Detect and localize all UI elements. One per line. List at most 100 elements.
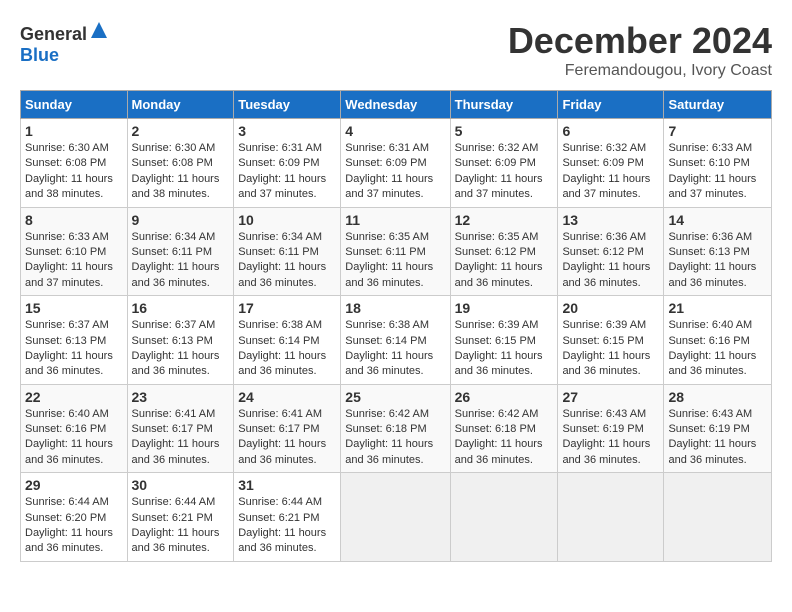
- day-info: Sunrise: 6:37 AMSunset: 6:13 PMDaylight:…: [132, 319, 220, 377]
- logo-general: General: [20, 24, 87, 44]
- day-info: Sunrise: 6:30 AMSunset: 6:08 PMDaylight:…: [132, 142, 220, 200]
- calendar-table: Sunday Monday Tuesday Wednesday Thursday…: [20, 90, 772, 562]
- table-row: 25 Sunrise: 6:42 AMSunset: 6:18 PMDaylig…: [341, 384, 450, 473]
- month-title: December 2024: [508, 20, 772, 62]
- day-number: 7: [668, 123, 767, 139]
- day-info: Sunrise: 6:39 AMSunset: 6:15 PMDaylight:…: [455, 319, 543, 377]
- logo-blue: Blue: [20, 45, 59, 65]
- day-info: Sunrise: 6:39 AMSunset: 6:15 PMDaylight:…: [562, 319, 650, 377]
- day-number: 28: [668, 389, 767, 405]
- table-row: 19 Sunrise: 6:39 AMSunset: 6:15 PMDaylig…: [450, 296, 558, 385]
- day-info: Sunrise: 6:43 AMSunset: 6:19 PMDaylight:…: [668, 408, 756, 466]
- day-number: 6: [562, 123, 659, 139]
- table-row: 28 Sunrise: 6:43 AMSunset: 6:19 PMDaylig…: [664, 384, 772, 473]
- col-monday: Monday: [127, 91, 234, 119]
- day-info: Sunrise: 6:44 AMSunset: 6:21 PMDaylight:…: [238, 496, 326, 554]
- day-number: 29: [25, 477, 123, 493]
- day-info: Sunrise: 6:31 AMSunset: 6:09 PMDaylight:…: [238, 142, 326, 200]
- day-info: Sunrise: 6:36 AMSunset: 6:13 PMDaylight:…: [668, 231, 756, 289]
- col-friday: Friday: [558, 91, 664, 119]
- table-row: 26 Sunrise: 6:42 AMSunset: 6:18 PMDaylig…: [450, 384, 558, 473]
- day-number: 31: [238, 477, 336, 493]
- table-row: 14 Sunrise: 6:36 AMSunset: 6:13 PMDaylig…: [664, 207, 772, 296]
- table-row: 7 Sunrise: 6:33 AMSunset: 6:10 PMDayligh…: [664, 119, 772, 208]
- day-info: Sunrise: 6:41 AMSunset: 6:17 PMDaylight:…: [132, 408, 220, 466]
- col-sunday: Sunday: [21, 91, 128, 119]
- day-number: 10: [238, 212, 336, 228]
- calendar-week-row: 29 Sunrise: 6:44 AMSunset: 6:20 PMDaylig…: [21, 473, 772, 562]
- table-row: [558, 473, 664, 562]
- day-number: 11: [345, 212, 445, 228]
- table-row: [450, 473, 558, 562]
- logo: General Blue: [20, 20, 109, 66]
- day-info: Sunrise: 6:43 AMSunset: 6:19 PMDaylight:…: [562, 408, 650, 466]
- table-row: 4 Sunrise: 6:31 AMSunset: 6:09 PMDayligh…: [341, 119, 450, 208]
- table-row: 6 Sunrise: 6:32 AMSunset: 6:09 PMDayligh…: [558, 119, 664, 208]
- table-row: 2 Sunrise: 6:30 AMSunset: 6:08 PMDayligh…: [127, 119, 234, 208]
- logo-icon: [89, 20, 109, 40]
- day-info: Sunrise: 6:31 AMSunset: 6:09 PMDaylight:…: [345, 142, 433, 200]
- day-number: 13: [562, 212, 659, 228]
- day-info: Sunrise: 6:36 AMSunset: 6:12 PMDaylight:…: [562, 231, 650, 289]
- calendar-week-row: 22 Sunrise: 6:40 AMSunset: 6:16 PMDaylig…: [21, 384, 772, 473]
- day-info: Sunrise: 6:34 AMSunset: 6:11 PMDaylight:…: [238, 231, 326, 289]
- day-number: 24: [238, 389, 336, 405]
- table-row: 24 Sunrise: 6:41 AMSunset: 6:17 PMDaylig…: [234, 384, 341, 473]
- col-thursday: Thursday: [450, 91, 558, 119]
- table-row: 5 Sunrise: 6:32 AMSunset: 6:09 PMDayligh…: [450, 119, 558, 208]
- day-number: 26: [455, 389, 554, 405]
- day-info: Sunrise: 6:38 AMSunset: 6:14 PMDaylight:…: [345, 319, 433, 377]
- day-number: 30: [132, 477, 230, 493]
- col-saturday: Saturday: [664, 91, 772, 119]
- col-tuesday: Tuesday: [234, 91, 341, 119]
- table-row: 21 Sunrise: 6:40 AMSunset: 6:16 PMDaylig…: [664, 296, 772, 385]
- table-row: 9 Sunrise: 6:34 AMSunset: 6:11 PMDayligh…: [127, 207, 234, 296]
- day-number: 12: [455, 212, 554, 228]
- table-row: 11 Sunrise: 6:35 AMSunset: 6:11 PMDaylig…: [341, 207, 450, 296]
- day-number: 27: [562, 389, 659, 405]
- day-info: Sunrise: 6:33 AMSunset: 6:10 PMDaylight:…: [668, 142, 756, 200]
- day-number: 14: [668, 212, 767, 228]
- page-header: General Blue December 2024 Feremandougou…: [20, 20, 772, 80]
- day-info: Sunrise: 6:32 AMSunset: 6:09 PMDaylight:…: [455, 142, 543, 200]
- table-row: 23 Sunrise: 6:41 AMSunset: 6:17 PMDaylig…: [127, 384, 234, 473]
- calendar-week-row: 15 Sunrise: 6:37 AMSunset: 6:13 PMDaylig…: [21, 296, 772, 385]
- calendar-header-row: Sunday Monday Tuesday Wednesday Thursday…: [21, 91, 772, 119]
- day-number: 16: [132, 300, 230, 316]
- table-row: 22 Sunrise: 6:40 AMSunset: 6:16 PMDaylig…: [21, 384, 128, 473]
- day-number: 4: [345, 123, 445, 139]
- location-title: Feremandougou, Ivory Coast: [508, 62, 772, 80]
- day-info: Sunrise: 6:44 AMSunset: 6:20 PMDaylight:…: [25, 496, 113, 554]
- table-row: 29 Sunrise: 6:44 AMSunset: 6:20 PMDaylig…: [21, 473, 128, 562]
- table-row: 16 Sunrise: 6:37 AMSunset: 6:13 PMDaylig…: [127, 296, 234, 385]
- day-info: Sunrise: 6:42 AMSunset: 6:18 PMDaylight:…: [345, 408, 433, 466]
- title-block: December 2024 Feremandougou, Ivory Coast: [508, 20, 772, 80]
- day-number: 5: [455, 123, 554, 139]
- day-number: 9: [132, 212, 230, 228]
- day-number: 20: [562, 300, 659, 316]
- day-info: Sunrise: 6:33 AMSunset: 6:10 PMDaylight:…: [25, 231, 113, 289]
- day-info: Sunrise: 6:38 AMSunset: 6:14 PMDaylight:…: [238, 319, 326, 377]
- table-row: 3 Sunrise: 6:31 AMSunset: 6:09 PMDayligh…: [234, 119, 341, 208]
- day-number: 19: [455, 300, 554, 316]
- day-info: Sunrise: 6:40 AMSunset: 6:16 PMDaylight:…: [668, 319, 756, 377]
- day-number: 17: [238, 300, 336, 316]
- table-row: [341, 473, 450, 562]
- day-info: Sunrise: 6:42 AMSunset: 6:18 PMDaylight:…: [455, 408, 543, 466]
- day-number: 15: [25, 300, 123, 316]
- day-number: 8: [25, 212, 123, 228]
- table-row: 1 Sunrise: 6:30 AMSunset: 6:08 PMDayligh…: [21, 119, 128, 208]
- table-row: [664, 473, 772, 562]
- day-number: 3: [238, 123, 336, 139]
- day-info: Sunrise: 6:32 AMSunset: 6:09 PMDaylight:…: [562, 142, 650, 200]
- day-info: Sunrise: 6:37 AMSunset: 6:13 PMDaylight:…: [25, 319, 113, 377]
- day-info: Sunrise: 6:30 AMSunset: 6:08 PMDaylight:…: [25, 142, 113, 200]
- table-row: 10 Sunrise: 6:34 AMSunset: 6:11 PMDaylig…: [234, 207, 341, 296]
- day-number: 2: [132, 123, 230, 139]
- col-wednesday: Wednesday: [341, 91, 450, 119]
- day-info: Sunrise: 6:41 AMSunset: 6:17 PMDaylight:…: [238, 408, 326, 466]
- day-number: 25: [345, 389, 445, 405]
- day-info: Sunrise: 6:35 AMSunset: 6:12 PMDaylight:…: [455, 231, 543, 289]
- table-row: 17 Sunrise: 6:38 AMSunset: 6:14 PMDaylig…: [234, 296, 341, 385]
- table-row: 20 Sunrise: 6:39 AMSunset: 6:15 PMDaylig…: [558, 296, 664, 385]
